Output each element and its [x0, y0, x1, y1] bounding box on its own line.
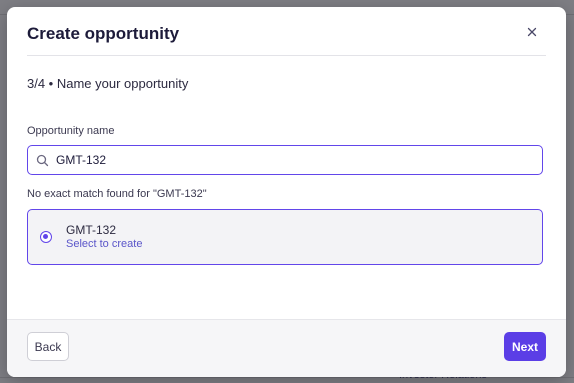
create-opportunity-modal: Create opportunity 3/4 • Name your oppor… [7, 7, 566, 377]
option-subtitle: Select to create [66, 238, 143, 250]
opportunity-name-input[interactable] [56, 150, 526, 170]
background-divider [0, 377, 574, 378]
close-button[interactable] [524, 24, 540, 40]
back-button[interactable]: Back [27, 332, 69, 361]
modal-footer: Back Next [7, 319, 566, 377]
step-indicator: 3/4 • Name your opportunity [27, 76, 189, 91]
close-icon [527, 27, 537, 37]
option-title: GMT-132 [66, 223, 117, 237]
search-icon [36, 154, 49, 167]
opportunity-name-field[interactable] [27, 145, 543, 175]
opportunity-name-label: Opportunity name [27, 125, 115, 137]
modal-header: Create opportunity [27, 7, 546, 56]
modal-title: Create opportunity [27, 24, 180, 43]
selected-radio[interactable] [40, 231, 52, 243]
next-button[interactable]: Next [504, 332, 546, 361]
create-option[interactable]: GMT-132 Select to create [27, 209, 543, 265]
no-match-message: No exact match found for "GMT-132" [27, 188, 207, 200]
